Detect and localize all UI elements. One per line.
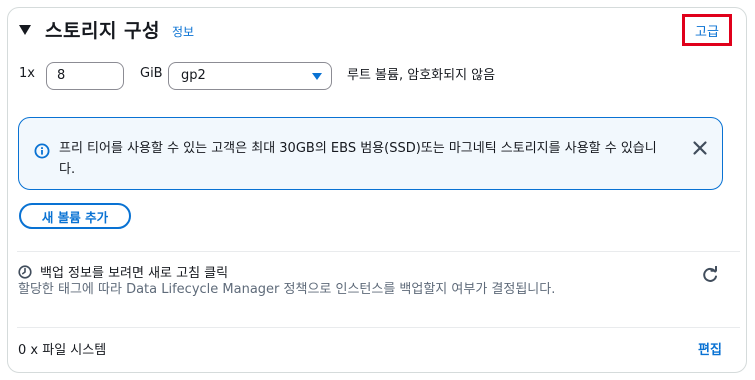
advanced-button[interactable]: 고급 [682,14,732,46]
advanced-label: 고급 [695,24,719,40]
section-title: 스토리지 구성 [45,20,160,42]
info-circle-icon [34,143,50,159]
clock-icon [18,264,32,279]
caret-down-icon[interactable] [19,24,31,35]
edit-file-systems-link[interactable]: 편집 [698,339,722,358]
backup-description: 할당한 태그에 따라 Data Lifecycle Manager 정책으로 인… [18,282,556,297]
volume-type-value: gp2 [181,68,206,83]
free-tier-alert: 프리 티어를 사용할 수 있는 고객은 최대 30GB의 EBS 범용(SSD)… [18,117,723,190]
close-icon[interactable] [692,140,708,156]
size-unit-label: GiB [140,66,163,81]
file-systems-label: 0 x 파일 시스템 [18,343,107,358]
add-volume-label: 새 볼륨 추가 [41,209,109,225]
alert-message: 프리 티어를 사용할 수 있는 고객은 최대 30GB의 EBS 범용(SSD)… [59,141,657,177]
volume-size-input[interactable]: 8 [46,62,124,90]
divider [17,251,740,252]
add-volume-button[interactable]: 새 볼륨 추가 [19,203,131,229]
chevron-down-icon [312,73,322,80]
section-header: 스토리지 구성 정보 [17,16,194,43]
info-link[interactable]: 정보 [172,23,194,40]
root-volume-description: 루트 볼륨, 암호화되지 않음 [347,68,496,83]
backup-title: 백업 정보를 보려면 새로 고침 클릭 [40,266,229,281]
divider [17,327,740,328]
volume-count-label: 1x [19,66,35,81]
backup-header: 백업 정보를 보려면 새로 고침 클릭 [18,262,228,281]
refresh-icon[interactable] [701,266,719,284]
volume-type-select[interactable]: gp2 [168,62,332,90]
